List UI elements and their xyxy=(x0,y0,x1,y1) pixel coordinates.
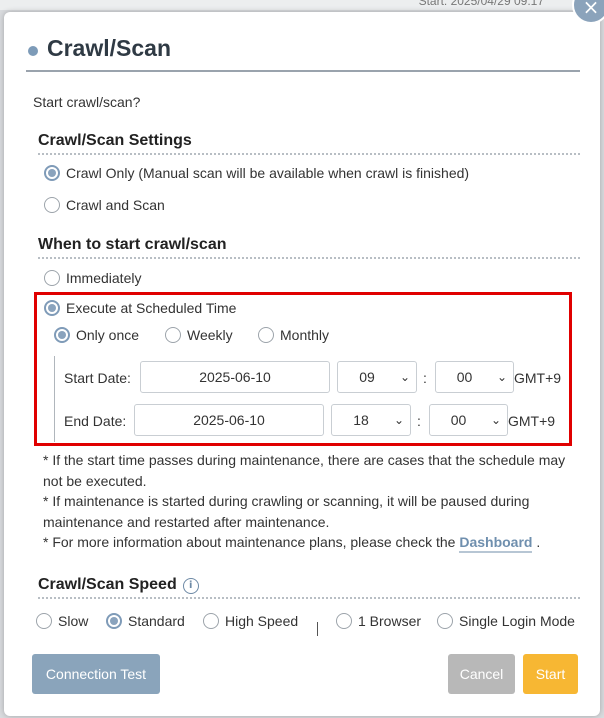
note-dashboard: * For more information about maintenance… xyxy=(43,532,573,553)
note-dashboard-prefix: * For more information about maintenance… xyxy=(43,534,460,550)
cancel-button[interactable]: Cancel xyxy=(448,654,515,694)
radio-immediately-indicator[interactable] xyxy=(44,270,60,286)
chevron-down-icon: ⌄ xyxy=(490,413,501,427)
radio-monthly-indicator[interactable] xyxy=(258,327,274,343)
radio-speed-high-indicator[interactable] xyxy=(203,613,219,629)
start-time-colon: : xyxy=(423,370,427,386)
radio-only-once-indicator[interactable] xyxy=(54,327,70,343)
radio-crawl-and-scan-indicator[interactable] xyxy=(44,197,60,213)
radio-weekly-label: Weekly xyxy=(187,327,233,343)
radio-monthly-label: Monthly xyxy=(280,327,330,343)
speed-section-title-text: Crawl/Scan Speed xyxy=(38,576,177,593)
radio-speed-slow-indicator[interactable] xyxy=(36,613,52,629)
radio-only-once-label: Only once xyxy=(76,327,140,343)
chevron-down-icon: ⌄ xyxy=(496,370,507,384)
note-maintenance-pause: * If maintenance is started during crawl… xyxy=(43,493,530,530)
note-schedule-maintenance: * If the start time passes during mainte… xyxy=(43,452,566,489)
intro-text: Start crawl/scan? xyxy=(33,94,141,110)
start-date-input[interactable]: 2025-06-10 xyxy=(140,361,330,393)
radio-speed-standard-indicator[interactable] xyxy=(106,613,122,629)
radio-speed-slow-label: Slow xyxy=(58,613,89,629)
end-date-label: End Date: xyxy=(64,413,127,429)
radio-weekly-indicator[interactable] xyxy=(165,327,181,343)
background-page: Start: 2025/04/29 09:17 xyxy=(0,0,604,10)
start-date-label: Start Date: xyxy=(64,370,131,386)
radio-speed-slow[interactable]: Slow xyxy=(36,613,88,629)
radio-one-browser-label: 1 Browser xyxy=(358,613,422,629)
start-button[interactable]: Start xyxy=(523,654,578,694)
note-dashboard-suffix: . xyxy=(532,534,541,550)
end-date-input[interactable]: 2025-06-10 xyxy=(134,404,324,436)
radio-single-login-indicator[interactable] xyxy=(437,613,453,629)
radio-single-login-label: Single Login Mode xyxy=(459,613,575,629)
radio-crawl-and-scan[interactable]: Crawl and Scan xyxy=(44,197,165,213)
radio-speed-high-label: High Speed xyxy=(225,613,299,629)
radio-single-login[interactable]: Single Login Mode xyxy=(437,613,575,629)
end-timezone: GMT+9 xyxy=(508,413,556,429)
start-hour-value: 09 xyxy=(359,369,375,385)
dialog-title: Crawl/Scan xyxy=(47,35,171,61)
chevron-down-icon: ⌄ xyxy=(399,370,410,384)
dialog-header: Crawl/Scan xyxy=(26,34,580,72)
info-icon[interactable]: i xyxy=(182,578,199,594)
radio-one-browser[interactable]: 1 Browser xyxy=(336,613,421,629)
end-time-colon: : xyxy=(417,413,421,429)
start-minute-value: 00 xyxy=(456,369,473,385)
end-hour-select[interactable]: 18 ⌄ xyxy=(331,404,411,436)
radio-weekly[interactable]: Weekly xyxy=(165,327,233,343)
end-hour-value: 18 xyxy=(353,412,369,428)
speed-section-title: Crawl/Scan Speed i xyxy=(38,576,580,599)
speed-divider xyxy=(317,622,318,636)
radio-scheduled-time[interactable]: Execute at Scheduled Time xyxy=(44,300,236,316)
dashboard-link[interactable]: Dashboard xyxy=(459,534,533,553)
close-icon[interactable]: × xyxy=(572,0,604,24)
start-minute-select[interactable]: 00 ⌄ xyxy=(435,361,514,393)
radio-crawl-only-indicator[interactable] xyxy=(44,165,60,181)
radio-crawl-and-scan-label: Crawl and Scan xyxy=(66,197,165,213)
radio-monthly[interactable]: Monthly xyxy=(258,327,329,343)
crawl-scan-dialog: × Crawl/Scan Start crawl/scan? Crawl/Sca… xyxy=(4,0,604,716)
radio-scheduled-time-label: Execute at Scheduled Time xyxy=(66,300,237,316)
start-hour-select[interactable]: 09 ⌄ xyxy=(337,361,417,393)
radio-speed-high[interactable]: High Speed xyxy=(203,613,298,629)
background-header-text: Start: 2025/04/29 09:17 xyxy=(418,0,544,8)
when-section-title: When to start crawl/scan xyxy=(38,236,580,259)
radio-speed-standard-label: Standard xyxy=(128,613,185,629)
radio-crawl-only-label: Crawl Only (Manual scan will be availabl… xyxy=(66,165,470,181)
start-timezone: GMT+9 xyxy=(514,370,562,386)
connection-test-button[interactable]: Connection Test xyxy=(32,654,160,694)
title-bullet-icon xyxy=(28,46,38,56)
end-minute-select[interactable]: 00 ⌄ xyxy=(429,404,508,436)
radio-only-once[interactable]: Only once xyxy=(54,327,139,343)
settings-section-title: Crawl/Scan Settings xyxy=(38,132,580,155)
radio-crawl-only[interactable]: Crawl Only (Manual scan will be availabl… xyxy=(44,165,469,181)
radio-immediately[interactable]: Immediately xyxy=(44,270,141,286)
radio-speed-standard[interactable]: Standard xyxy=(106,613,185,629)
end-minute-value: 00 xyxy=(450,412,467,428)
chevron-down-icon: ⌄ xyxy=(393,413,404,427)
radio-immediately-label: Immediately xyxy=(66,270,142,286)
radio-scheduled-time-indicator[interactable] xyxy=(44,300,60,316)
radio-one-browser-indicator[interactable] xyxy=(336,613,352,629)
